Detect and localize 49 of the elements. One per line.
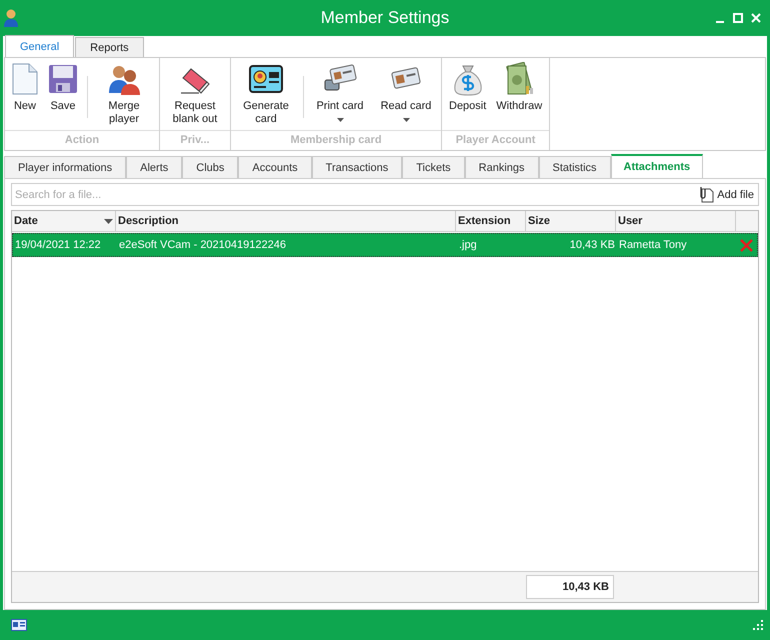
two-people-icon [107,63,141,95]
tab[interactable]: Transactions [312,156,402,178]
tab[interactable]: Alerts [126,156,182,178]
caret-icon [336,118,344,122]
ribbon-button[interactable]: Save [43,58,83,130]
ribbon-button[interactable]: Read card [373,58,439,130]
tab[interactable]: Player informations [4,156,126,178]
tab[interactable]: Statistics [538,156,611,178]
tab[interactable]: Tickets [402,156,465,178]
total-size: 10,43 KB [526,575,614,599]
group-label: Membership card [231,130,441,150]
table-cell-text: e2eSoft VCam - 20210419122246 [118,238,287,253]
ribbon-button[interactable]: Generate card [233,58,299,130]
ribbon-tab[interactable]: Reports [75,37,144,57]
delete-icon[interactable] [740,238,753,252]
person-icon [3,8,19,28]
close-icon[interactable] [751,12,761,24]
paperclip-document-icon [698,186,714,203]
group-label: Priv... [160,130,230,150]
table-cell-text: 19/04/2021 12:22 [14,238,102,253]
ribbon-button[interactable]: Deposit [444,58,492,130]
tab[interactable]: Rankings [464,156,539,178]
tab[interactable]: Clubs [182,156,238,178]
table-cell-text: .jpg [458,238,478,253]
maximize-icon[interactable] [733,12,743,24]
column-header[interactable]: User [616,211,736,231]
ribbon-tab[interactable]: General [5,35,74,57]
search-field[interactable]: Search for a file... Add file [11,183,759,206]
sort-descending-icon [104,218,113,224]
table-cell-text: 10,43 KB [568,238,616,253]
table-cell-text: Rametta Tony [618,238,688,253]
column-header[interactable]: Size [526,211,616,231]
add-file-button[interactable]: Add file [694,186,758,203]
id-card-icon [249,65,283,93]
ribbon-button[interactable]: Withdraw [491,58,548,130]
column-header[interactable]: Description [116,211,456,231]
column-header[interactable]: Date [12,211,116,231]
window-title: Member Settings [320,8,450,28]
tab[interactable]: Attachments [610,154,704,178]
tab[interactable]: Accounts [238,156,312,178]
group-label: Player Account [442,130,550,150]
ribbon-button[interactable]: New [7,58,43,130]
column-header[interactable]: Extension [456,211,526,231]
resize-grip-icon[interactable] [753,620,763,630]
document-icon [12,63,38,95]
group-label: Action [5,130,159,150]
ribbon-button[interactable]: Request blank out [162,58,228,130]
caret-icon [402,118,410,122]
card-icon[interactable] [11,619,27,631]
